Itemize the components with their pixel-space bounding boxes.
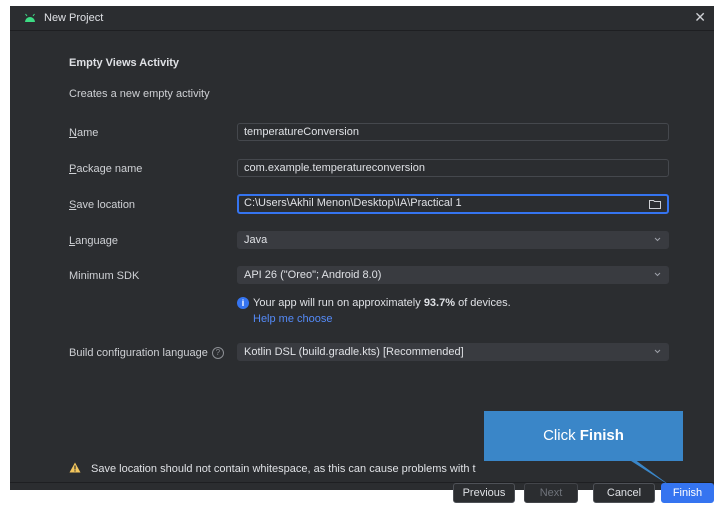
name-value: temperatureConversion — [244, 126, 359, 138]
chevron-down-icon — [654, 272, 661, 277]
language-dropdown[interactable]: Java — [237, 231, 669, 249]
minimum-sdk-value: API 26 ("Oreo"; Android 8.0) — [244, 269, 382, 281]
title-bar: New Project ✕ — [10, 6, 714, 31]
question-icon[interactable]: ? — [211, 347, 224, 360]
language-label: Language — [69, 235, 118, 247]
previous-button[interactable]: Previous — [453, 483, 515, 503]
template-heading: Empty Views Activity — [69, 57, 180, 69]
template-description: Creates a new empty activity — [69, 88, 210, 100]
device-coverage-text: Your app will run on approximately 93.7%… — [253, 297, 511, 309]
save-location-field[interactable]: C:\Users\Akhil Menon\Desktop\IA\Practica… — [237, 194, 669, 214]
help-me-choose-link[interactable]: Help me choose — [253, 313, 333, 325]
android-icon — [25, 13, 35, 22]
chevron-down-icon — [654, 237, 661, 242]
folder-icon[interactable] — [649, 199, 661, 209]
package-name-value: com.example.temperatureconversion — [244, 162, 425, 174]
callout-text: Click Finish — [543, 427, 624, 444]
info-icon: i — [237, 297, 249, 309]
window-title: New Project — [44, 12, 104, 24]
next-button[interactable]: Next — [524, 483, 578, 503]
language-value: Java — [244, 234, 268, 246]
name-field[interactable]: temperatureConversion — [237, 123, 669, 141]
package-name-field[interactable]: com.example.temperatureconversion — [237, 159, 669, 177]
tutorial-callout: Click Finish — [484, 411, 683, 461]
chevron-down-icon — [654, 349, 661, 354]
warning-icon — [69, 462, 81, 473]
warning-text: Save location should not contain whitesp… — [91, 463, 476, 475]
build-config-label: Build configuration language? — [69, 347, 224, 360]
save-location-value: C:\Users\Akhil Menon\Desktop\IA\Practica… — [244, 197, 462, 209]
build-config-value: Kotlin DSL (build.gradle.kts) [Recommend… — [244, 346, 464, 358]
callout-pointer — [584, 459, 672, 487]
save-location-label: Save location — [69, 199, 136, 211]
build-config-dropdown[interactable]: Kotlin DSL (build.gradle.kts) [Recommend… — [237, 343, 669, 361]
close-icon[interactable]: ✕ — [694, 9, 706, 26]
minimum-sdk-dropdown[interactable]: API 26 ("Oreo"; Android 8.0) — [237, 266, 669, 284]
package-name-label: Package name — [69, 163, 143, 175]
minimum-sdk-label: Minimum SDK — [69, 270, 140, 282]
name-label: Name — [69, 127, 99, 139]
